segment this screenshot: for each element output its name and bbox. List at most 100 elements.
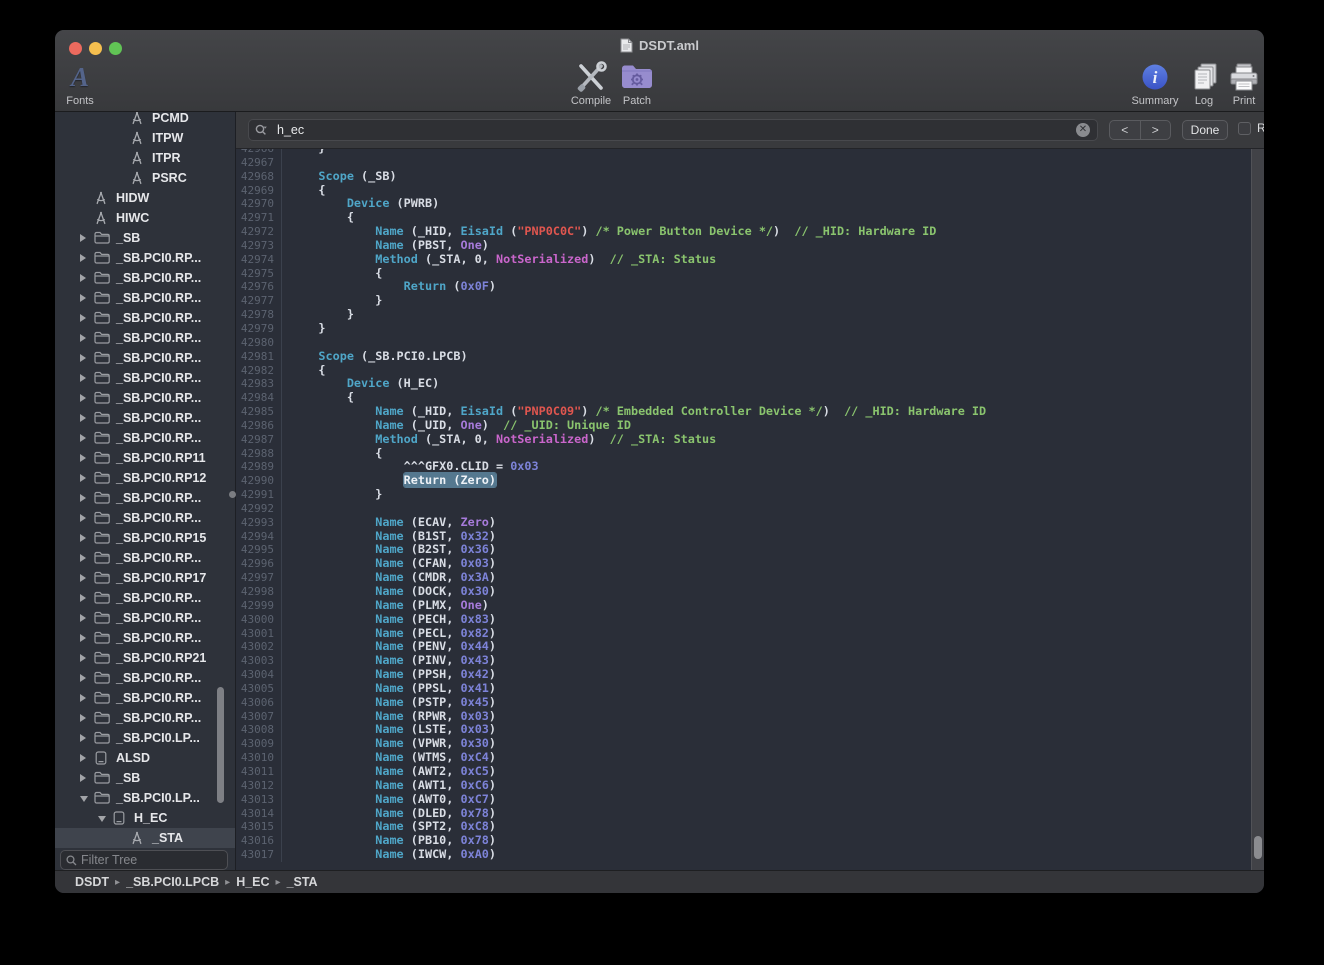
disclosure-triangle[interactable] xyxy=(80,714,86,722)
disclosure-triangle[interactable] xyxy=(80,754,86,762)
find-input[interactable]: h_ec ✕ xyxy=(248,119,1098,141)
disclosure-triangle[interactable] xyxy=(80,454,86,462)
sidebar-item-sb-pci0-rp[interactable]: _SB.PCI0.RP... xyxy=(55,708,235,728)
code-line[interactable]: Name (WTMS, 0xC4) xyxy=(290,751,1250,765)
find-previous-button[interactable]: < xyxy=(1110,121,1141,139)
disclosure-triangle[interactable] xyxy=(80,774,86,782)
sidebar-item-sb-pci0-rp[interactable]: _SB.PCI0.RP... xyxy=(55,368,235,388)
disclosure-triangle[interactable] xyxy=(80,254,86,262)
code-line[interactable]: { xyxy=(290,447,1250,461)
code-line[interactable]: Name (B1ST, 0x32) xyxy=(290,530,1250,544)
disclosure-triangle[interactable] xyxy=(80,394,86,402)
patch-button[interactable]: Patch xyxy=(605,60,669,110)
sidebar-item-hiwc[interactable]: HIWC xyxy=(55,208,235,228)
disclosure-triangle[interactable] xyxy=(80,314,86,322)
code-line[interactable]: { xyxy=(290,184,1250,198)
disclosure-triangle[interactable] xyxy=(80,574,86,582)
sidebar-item-sb-pci0-rp[interactable]: _SB.PCI0.RP... xyxy=(55,348,235,368)
code-line[interactable]: Method (_STA, 0, NotSerialized) // _STA:… xyxy=(290,253,1250,267)
disclosure-triangle[interactable] xyxy=(80,534,86,542)
code-line[interactable]: Name (PSTP, 0x45) xyxy=(290,696,1250,710)
code-line[interactable]: } xyxy=(290,488,1250,502)
sidebar-item-sb[interactable]: _SB xyxy=(55,228,235,248)
disclosure-triangle[interactable] xyxy=(80,334,86,342)
sidebar-item-sb-pci0-rp[interactable]: _SB.PCI0.RP... xyxy=(55,328,235,348)
code-line[interactable]: Return (0x0F) xyxy=(290,280,1250,294)
disclosure-triangle[interactable] xyxy=(80,634,86,642)
code-line[interactable]: Return (Zero) xyxy=(290,474,1250,488)
sidebar-item-sb-pci0-rp11[interactable]: _SB.PCI0.RP11 xyxy=(55,448,235,468)
sidebar-item-sb-pci0-rp[interactable]: _SB.PCI0.RP... xyxy=(55,628,235,648)
code-line[interactable]: } xyxy=(290,322,1250,336)
sidebar-item-sb-pci0-rp[interactable]: _SB.PCI0.RP... xyxy=(55,488,235,508)
sidebar-item-pcmd[interactable]: PCMD xyxy=(55,112,235,128)
code-line[interactable]: Device (H_EC) xyxy=(290,377,1250,391)
breadcrumb-item[interactable]: _SB.PCI0.LPCB xyxy=(126,875,219,889)
disclosure-triangle[interactable] xyxy=(80,354,86,362)
disclosure-triangle[interactable] xyxy=(80,674,86,682)
code-line[interactable]: Name (ECAV, Zero) xyxy=(290,516,1250,530)
code-line[interactable]: Name (PLMX, One) xyxy=(290,599,1250,613)
code-line[interactable] xyxy=(290,156,1250,170)
disclosure-triangle[interactable] xyxy=(80,514,86,522)
code-line[interactable]: Name (_UID, One) // _UID: Unique ID xyxy=(290,419,1250,433)
sidebar-item-sb-pci0-rp[interactable]: _SB.PCI0.RP... xyxy=(55,508,235,528)
sidebar-item-sb-pci0-lp[interactable]: _SB.PCI0.LP... xyxy=(55,728,235,748)
disclosure-triangle[interactable] xyxy=(80,694,86,702)
done-button[interactable]: Done xyxy=(1182,120,1228,140)
find-next-button[interactable]: > xyxy=(1141,121,1171,139)
sidebar-item-h-ec[interactable]: H_EC xyxy=(55,808,235,828)
sidebar-item-sb-pci0-rp[interactable]: _SB.PCI0.RP... xyxy=(55,408,235,428)
code-line[interactable]: Name (PPSL, 0x41) xyxy=(290,682,1250,696)
code-line[interactable]: Name (IWCW, 0xA0) xyxy=(290,848,1250,862)
code-line[interactable]: Name (RPWR, 0x03) xyxy=(290,710,1250,724)
code-line[interactable]: Name (CMDR, 0x3A) xyxy=(290,571,1250,585)
code-line[interactable]: Name (LSTE, 0x03) xyxy=(290,723,1250,737)
disclosure-triangle[interactable] xyxy=(80,434,86,442)
sidebar-item-sb-pci0-rp[interactable]: _SB.PCI0.RP... xyxy=(55,608,235,628)
code-line[interactable]: } xyxy=(290,149,1250,156)
print-button[interactable]: Print xyxy=(1212,60,1264,110)
code-line[interactable]: { xyxy=(290,267,1250,281)
code-line[interactable]: Name (DLED, 0x78) xyxy=(290,807,1250,821)
sidebar-item-sta[interactable]: _STA xyxy=(55,828,235,848)
editor-scrollbar[interactable] xyxy=(1251,149,1264,870)
disclosure-triangle[interactable] xyxy=(80,234,86,242)
sidebar-item-sb-pci0-rp15[interactable]: _SB.PCI0.RP15 xyxy=(55,528,235,548)
code-line[interactable]: Name (_HID, EisaId ("PNP0C09") /* Embedd… xyxy=(290,405,1250,419)
sidebar-item-psrc[interactable]: PSRC xyxy=(55,168,235,188)
filter-tree-input[interactable]: Filter Tree xyxy=(60,850,228,870)
disclosure-triangle[interactable] xyxy=(80,796,88,802)
code-line[interactable]: Name (PBST, One) xyxy=(290,239,1250,253)
code-line[interactable]: { xyxy=(290,364,1250,378)
code-line[interactable]: Name (CFAN, 0x03) xyxy=(290,557,1250,571)
sidebar-item-sb-pci0-rp[interactable]: _SB.PCI0.RP... xyxy=(55,308,235,328)
code-line[interactable]: Name (PB10, 0x78) xyxy=(290,834,1250,848)
disclosure-triangle[interactable] xyxy=(80,294,86,302)
code-line[interactable]: } xyxy=(290,308,1250,322)
breadcrumb-item[interactable]: H_EC xyxy=(236,875,269,889)
sidebar-item-sb-pci0-lp[interactable]: _SB.PCI0.LP... xyxy=(55,788,235,808)
code-line[interactable]: Name (PECH, 0x83) xyxy=(290,613,1250,627)
sidebar-item-alsd[interactable]: ALSD xyxy=(55,748,235,768)
code-line[interactable]: Name (AWT2, 0xC5) xyxy=(290,765,1250,779)
sidebar-item-sb-pci0-rp[interactable]: _SB.PCI0.RP... xyxy=(55,548,235,568)
editor-scrollbar-thumb[interactable] xyxy=(1254,836,1262,859)
disclosure-triangle[interactable] xyxy=(80,414,86,422)
code-line[interactable]: Name (PECL, 0x82) xyxy=(290,627,1250,641)
disclosure-triangle[interactable] xyxy=(80,274,86,282)
code-line[interactable]: } xyxy=(290,294,1250,308)
pane-divider-handle[interactable] xyxy=(229,491,236,498)
replace-checkbox[interactable] xyxy=(1238,122,1251,135)
code-line[interactable]: Name (DOCK, 0x30) xyxy=(290,585,1250,599)
disclosure-triangle[interactable] xyxy=(98,816,106,822)
disclosure-triangle[interactable] xyxy=(80,474,86,482)
code-line[interactable]: Scope (_SB.PCI0.LPCB) xyxy=(290,350,1250,364)
sidebar-item-sb-pci0-rp[interactable]: _SB.PCI0.RP... xyxy=(55,248,235,268)
sidebar-item-sb-pci0-rp21[interactable]: _SB.PCI0.RP21 xyxy=(55,648,235,668)
code-line[interactable]: Name (PPSH, 0x42) xyxy=(290,668,1250,682)
sidebar-item-sb-pci0-rp[interactable]: _SB.PCI0.RP... xyxy=(55,268,235,288)
sidebar-item-itpr[interactable]: ITPR xyxy=(55,148,235,168)
code-line[interactable]: Scope (_SB) xyxy=(290,170,1250,184)
disclosure-triangle[interactable] xyxy=(80,614,86,622)
